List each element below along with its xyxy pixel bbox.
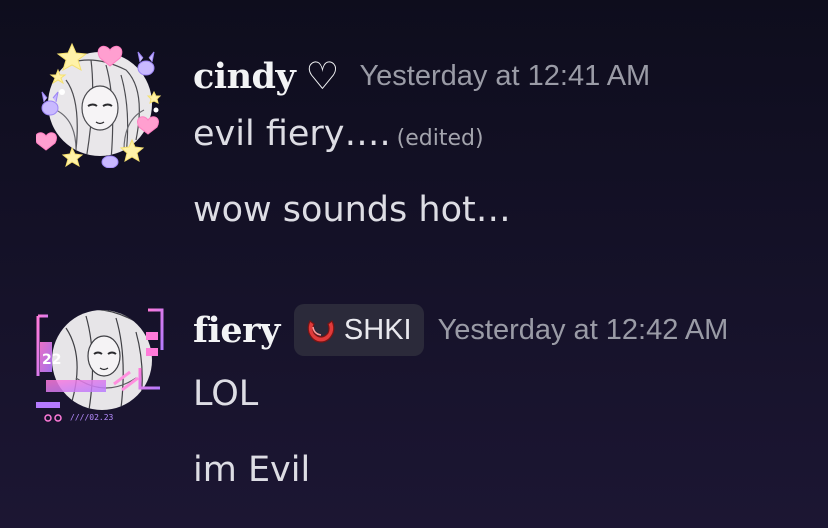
message-line: evil fiery…. (edited): [193, 114, 484, 154]
server-tag-label: SHKI: [343, 313, 412, 346]
red-ring-icon: [304, 315, 338, 345]
message-text: wow sounds hot…: [193, 190, 511, 230]
message-line: LOL: [193, 374, 258, 414]
message-fiery: 22 ////02.23 fiery SHKI Yesterday at 12:…: [0, 300, 828, 500]
timestamp[interactable]: Yesterday at 12:41 AM: [359, 60, 650, 93]
svg-text:////02.23: ////02.23: [70, 413, 114, 422]
message-text: im Evil: [193, 450, 311, 490]
server-tag[interactable]: SHKI: [293, 304, 424, 356]
message-cindy: cindy ♡ Yesterday at 12:41 AM evil fiery…: [0, 40, 828, 240]
svg-text:22: 22: [42, 352, 61, 368]
avatar-cindy[interactable]: [36, 40, 164, 168]
username-heart-suffix: ♡: [305, 54, 340, 98]
message-line: im Evil: [193, 450, 310, 490]
message-text: LOL: [193, 374, 259, 414]
message-text: evil fiery….: [193, 114, 391, 154]
anime-avatar-with-stars-icon: [36, 42, 162, 168]
message-header: fiery SHKI Yesterday at 12:42 AM: [193, 304, 729, 356]
username[interactable]: fiery: [193, 310, 280, 351]
avatar-fiery[interactable]: 22 ////02.23: [36, 298, 164, 426]
timestamp[interactable]: Yesterday at 12:42 AM: [438, 314, 729, 347]
username[interactable]: cindy: [193, 56, 296, 97]
edited-indicator[interactable]: (edited): [397, 126, 484, 151]
message-header: cindy ♡ Yesterday at 12:41 AM: [193, 52, 650, 100]
message-line: wow sounds hot…: [193, 190, 511, 230]
anime-avatar-with-pink-frame-icon: 22 ////02.23: [36, 308, 164, 422]
